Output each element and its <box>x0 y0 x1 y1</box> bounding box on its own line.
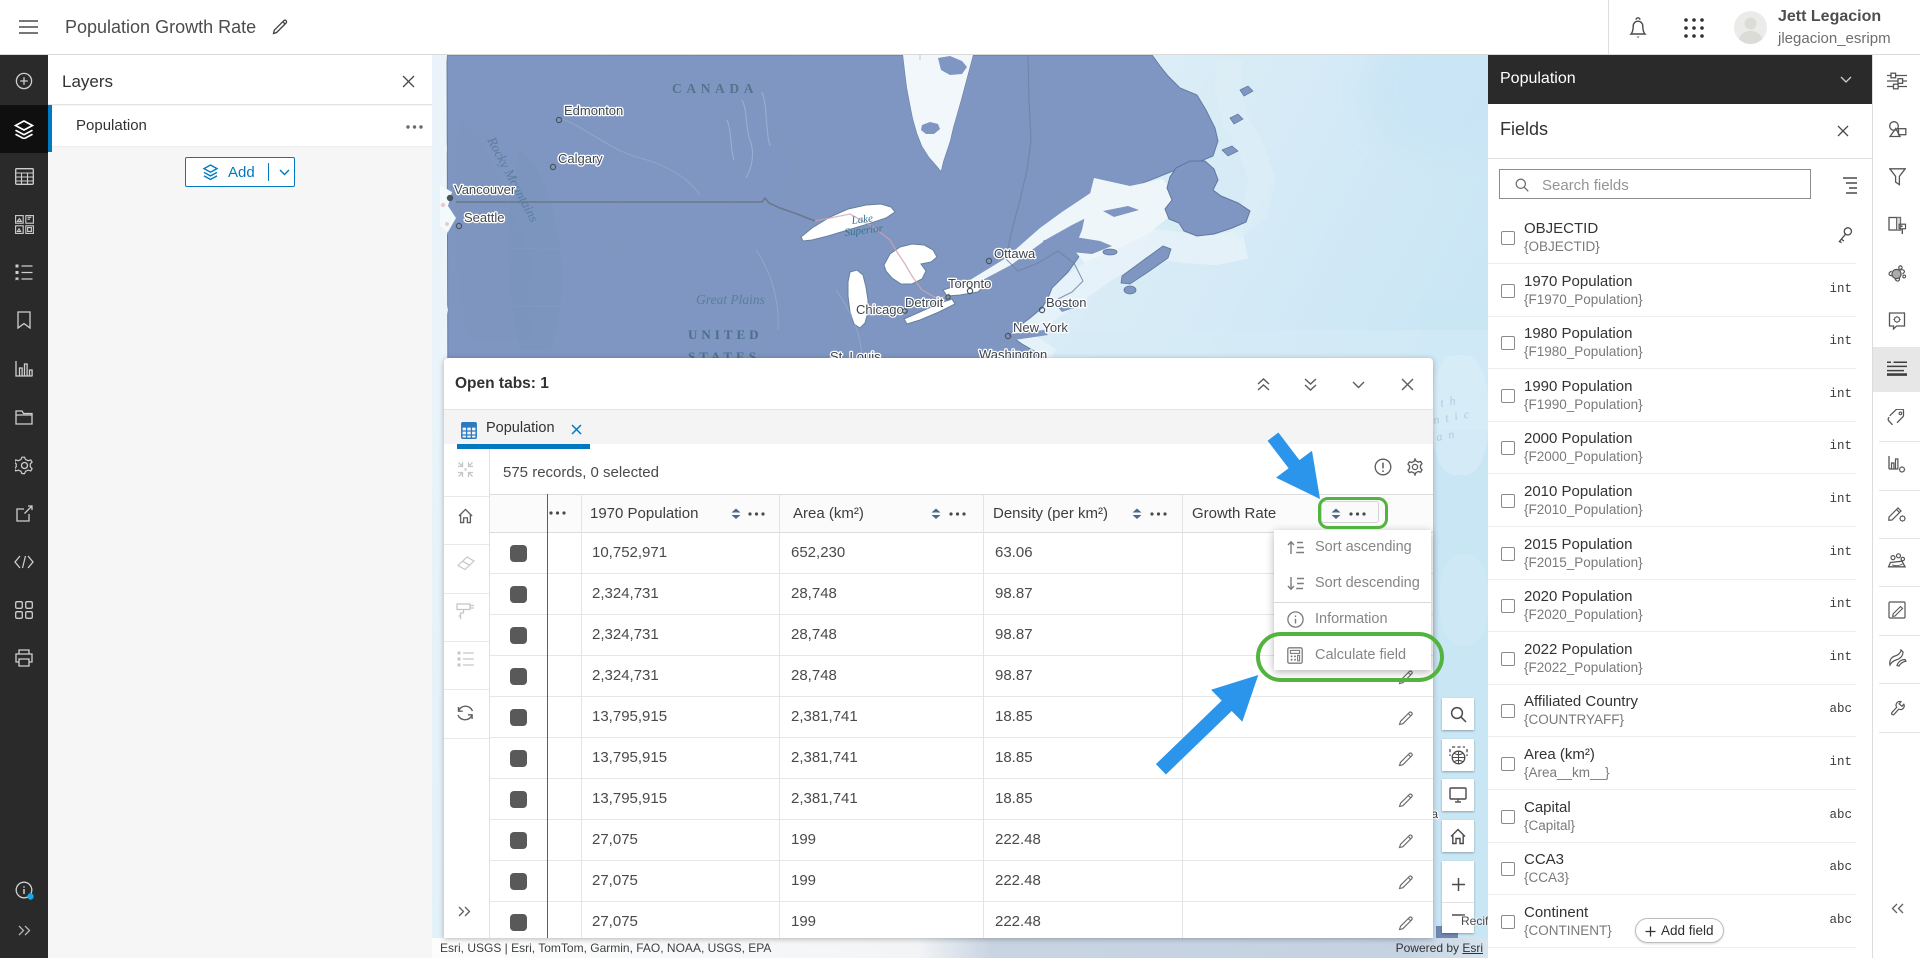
svg-text:Vancouver: Vancouver <box>454 182 516 197</box>
svg-text:Calgary: Calgary <box>558 151 603 166</box>
svg-text:Edmonton: Edmonton <box>564 103 623 118</box>
svg-text:Seattle: Seattle <box>464 210 504 225</box>
svg-text:Great Plains: Great Plains <box>696 292 765 307</box>
svg-text:Ottawa: Ottawa <box>994 246 1036 261</box>
svg-text:CANADA: CANADA <box>672 81 758 96</box>
svg-text:Chicago: Chicago <box>856 302 904 317</box>
svg-text:Detroit: Detroit <box>905 295 944 310</box>
svg-text:UNITED: UNITED <box>688 327 763 342</box>
svg-text:Boston: Boston <box>1046 295 1086 310</box>
svg-text:New York: New York <box>1013 320 1068 335</box>
